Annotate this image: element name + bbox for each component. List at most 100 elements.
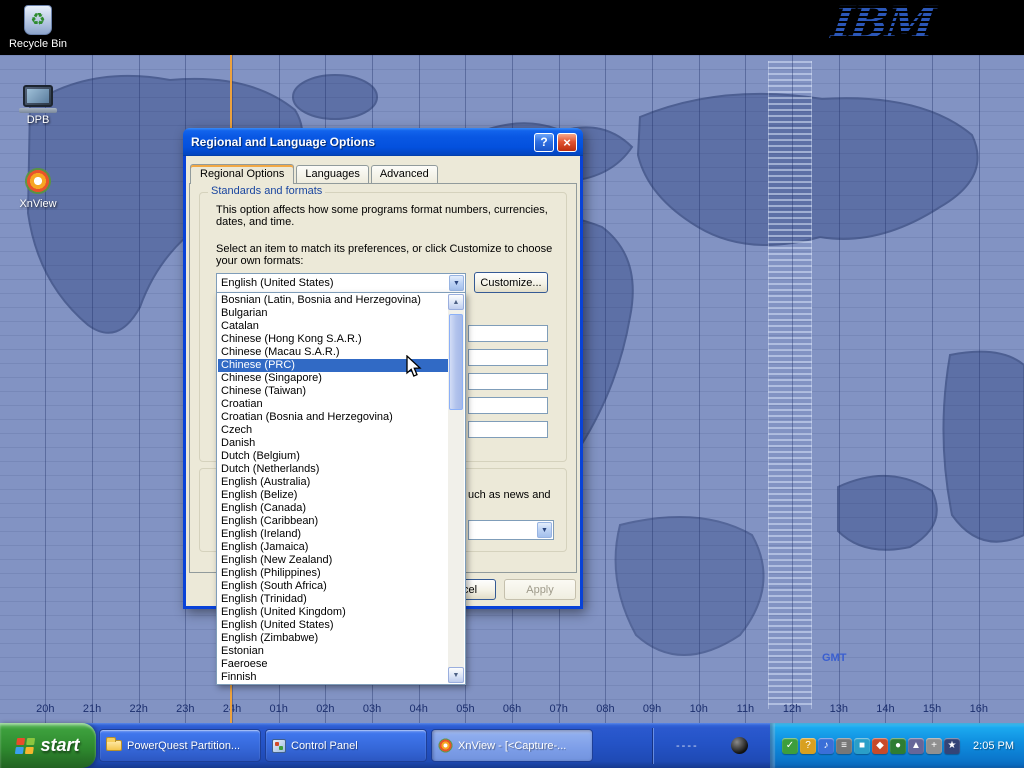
language-list-item[interactable]: English (Canada) <box>218 502 448 515</box>
timezone-hour-label: 24h <box>209 703 256 715</box>
task-label: XnView - [<Capture-... <box>458 740 566 752</box>
sample-field <box>468 325 548 342</box>
timezone-hour-label: 07h <box>535 703 582 715</box>
language-list-item[interactable]: Czech <box>218 424 448 437</box>
timezone-column: 20h <box>22 55 69 723</box>
standards-description-line2: dates, and time. <box>216 216 294 228</box>
desktop-icon-dpb[interactable]: DPB <box>0 85 76 126</box>
language-list-item[interactable]: English (United States) <box>218 619 448 632</box>
language-list-item[interactable]: Catalan <box>218 320 448 333</box>
laptop-icon <box>23 85 53 107</box>
desktop-icon-xnview[interactable]: XnView <box>0 167 76 210</box>
tray-icon[interactable]: ✓ <box>782 738 798 754</box>
unknown-app-icon[interactable] <box>731 737 748 754</box>
tray-icon-area: ✓?♪≡■◆●▲+★ <box>782 738 960 754</box>
task-label: PowerQuest Partition... <box>127 740 240 752</box>
language-list-item[interactable]: Chinese (Hong Kong S.A.R.) <box>218 333 448 346</box>
language-list-item[interactable]: Croatian (Bosnia and Herzegovina) <box>218 411 448 424</box>
windows-flag-icon <box>15 738 35 754</box>
timezone-column: 08h <box>582 55 629 723</box>
language-list-item[interactable]: English (South Africa) <box>218 580 448 593</box>
tray-icon[interactable]: ■ <box>854 738 870 754</box>
timezone-hour-label: 04h <box>395 703 442 715</box>
timezone-column: 16h <box>955 55 1002 723</box>
language-list-item[interactable]: English (Jamaica) <box>218 541 448 554</box>
timezone-column: 21h <box>69 55 116 723</box>
timezone-hour-label: 20h <box>22 703 69 715</box>
tray-icon[interactable]: + <box>926 738 942 754</box>
tray-icon[interactable]: ? <box>800 738 816 754</box>
timezone-column: 12h <box>769 55 816 723</box>
timezone-hour-label: 11h <box>722 703 769 715</box>
format-language-combobox[interactable]: English (United States) ▼ <box>216 273 466 293</box>
desktop-icon-label: DPB <box>0 114 76 126</box>
mouse-cursor <box>406 355 423 380</box>
chevron-down-icon[interactable]: ▼ <box>449 275 464 291</box>
language-list-item[interactable]: Dutch (Netherlands) <box>218 463 448 476</box>
tab-regional-options[interactable]: Regional Options <box>190 164 294 184</box>
start-button[interactable]: start <box>0 723 96 768</box>
timezone-column: 10h <box>675 55 722 723</box>
scrollbar-thumb[interactable] <box>449 314 463 410</box>
taskbar-clock[interactable]: 2:05 PM <box>973 723 1014 768</box>
taskbar-task-control-panel[interactable]: Control Panel <box>265 729 427 762</box>
sample-field <box>468 349 548 366</box>
language-list-item[interactable]: English (Australia) <box>218 476 448 489</box>
language-list-item[interactable]: English (Trinidad) <box>218 593 448 606</box>
deskband-label[interactable]: ---- <box>666 738 709 754</box>
timezone-line <box>139 55 140 723</box>
sample-field <box>468 397 548 414</box>
language-list-item[interactable]: English (Caribbean) <box>218 515 448 528</box>
tray-icon[interactable]: ★ <box>944 738 960 754</box>
tab-advanced[interactable]: Advanced <box>371 165 438 183</box>
desktop-icon-label: XnView <box>0 198 76 210</box>
language-list-item[interactable]: Estonian <box>218 645 448 658</box>
language-list-item[interactable]: Danish <box>218 437 448 450</box>
language-list-item[interactable]: English (United Kingdom) <box>218 606 448 619</box>
timezone-hour-label: 08h <box>582 703 629 715</box>
tray-icon[interactable]: ♪ <box>818 738 834 754</box>
xnview-icon <box>24 167 52 195</box>
xnview-icon <box>438 738 453 753</box>
desktop-icon-recycle-bin[interactable]: ♻ Recycle Bin <box>0 5 76 50</box>
close-button[interactable]: × <box>557 133 577 152</box>
language-list-item[interactable]: English (New Zealand) <box>218 554 448 567</box>
help-button[interactable]: ? <box>534 133 554 152</box>
dialog-titlebar[interactable]: Regional and Language Options ? × <box>183 128 583 156</box>
tab-languages[interactable]: Languages <box>296 165 368 183</box>
scroll-down-icon[interactable]: ▼ <box>448 667 464 683</box>
tray-icon[interactable]: ● <box>890 738 906 754</box>
location-combobox[interactable]: ▼ <box>468 520 554 540</box>
language-list-item[interactable]: English (Zimbabwe) <box>218 632 448 645</box>
taskbar-task-powerquest[interactable]: PowerQuest Partition... <box>99 729 261 762</box>
language-list-item[interactable]: Bulgarian <box>218 307 448 320</box>
timezone-line <box>92 55 93 723</box>
standards-description-line1: This option affects how some programs fo… <box>216 204 548 216</box>
language-list-item[interactable]: Bosnian (Latin, Bosnia and Herzegovina) <box>218 294 448 307</box>
tray-icon[interactable]: ◆ <box>872 738 888 754</box>
timezone-line <box>45 55 46 723</box>
list-scrollbar[interactable]: ▲ ▼ <box>448 294 464 683</box>
language-list-item[interactable]: English (Ireland) <box>218 528 448 541</box>
language-list-item[interactable]: Chinese (Taiwan) <box>218 385 448 398</box>
timezone-hour-label: 21h <box>69 703 116 715</box>
language-list-item[interactable]: Dutch (Belgium) <box>218 450 448 463</box>
scroll-up-icon[interactable]: ▲ <box>448 294 464 310</box>
taskbar-task-xnview[interactable]: XnView - [<Capture-... <box>431 729 593 762</box>
ibm-logo-stripes <box>828 0 956 52</box>
chevron-down-icon[interactable]: ▼ <box>537 522 552 538</box>
start-button-label: start <box>40 735 79 756</box>
gmt-label: GMT <box>822 652 846 664</box>
language-list-item[interactable]: Croatian <box>218 398 448 411</box>
dialog-tabs: Regional Options Languages Advanced <box>190 165 440 183</box>
tray-icon[interactable]: ▲ <box>908 738 924 754</box>
language-list-item[interactable]: Finnish <box>218 671 448 683</box>
language-list-item[interactable]: English (Belize) <box>218 489 448 502</box>
language-list-item[interactable]: Faeroese <box>218 658 448 671</box>
tray-icon[interactable]: ≡ <box>836 738 852 754</box>
customize-button[interactable]: Customize... <box>474 272 548 293</box>
timezone-line <box>979 55 980 723</box>
timezone-hour-label: 10h <box>675 703 722 715</box>
task-label: Control Panel <box>291 740 358 752</box>
language-list-item[interactable]: English (Philippines) <box>218 567 448 580</box>
